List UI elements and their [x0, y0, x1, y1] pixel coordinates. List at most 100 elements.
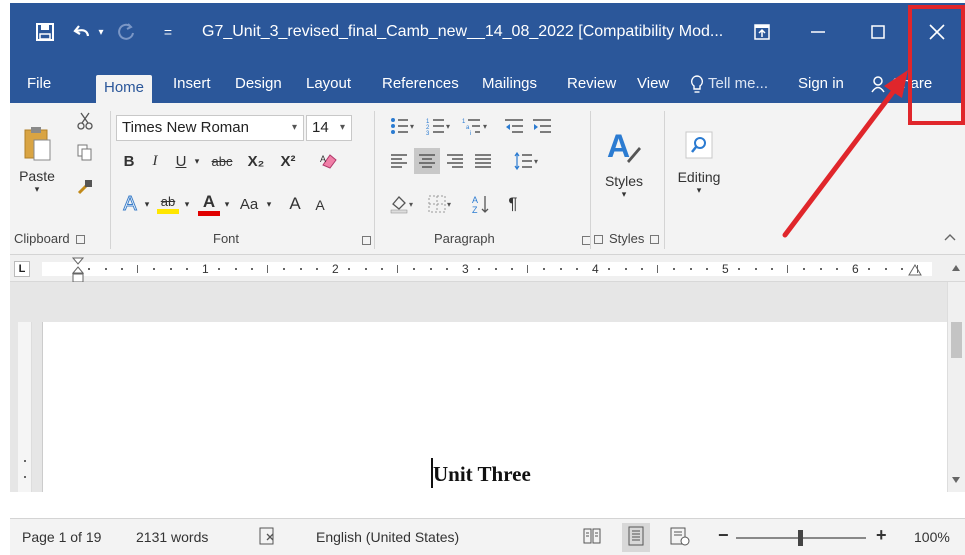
underline-dropdown-icon[interactable]: ▾ — [192, 148, 202, 174]
clipboard-launcher-icon[interactable] — [75, 235, 85, 245]
format-painter-icon[interactable] — [74, 175, 96, 199]
font-name-combo[interactable]: Times New Roman ▾ — [116, 115, 304, 141]
ruler-tick — [559, 268, 562, 270]
minimize-icon[interactable] — [798, 15, 838, 49]
numbering-icon[interactable]: 1 2 3 ▾ — [422, 113, 456, 139]
vertical-scrollbar[interactable] — [947, 282, 965, 492]
cut-icon[interactable] — [74, 109, 96, 133]
font-color-dropdown-icon[interactable]: ▾ — [222, 191, 232, 217]
undo-dropdown-icon[interactable]: ▾ — [96, 19, 106, 45]
strikethrough-button[interactable]: abc — [206, 148, 238, 174]
tab-references[interactable]: References — [382, 71, 459, 103]
change-case-dropdown-icon[interactable]: ▾ — [264, 191, 274, 217]
ruler-number: 6 — [852, 262, 859, 276]
styles-launcher-icon[interactable] — [650, 235, 660, 245]
highlight-dropdown-icon[interactable]: ▾ — [182, 191, 192, 217]
tab-insert[interactable]: Insert — [173, 71, 211, 103]
page-count[interactable]: Page 1 of 19 — [22, 529, 101, 545]
tab-view[interactable]: View — [637, 71, 669, 103]
language-indicator[interactable]: English (United States) — [316, 529, 459, 545]
scroll-down-icon[interactable] — [951, 472, 961, 487]
zoom-out-button[interactable]: − — [718, 525, 729, 546]
styles-button[interactable]: A Styles ▾ — [598, 113, 650, 213]
group-separator — [110, 111, 111, 249]
multilevel-list-icon[interactable]: 1 a i ▾ — [458, 113, 494, 139]
scroll-up-icon[interactable] — [947, 259, 965, 277]
ruler-tick — [137, 265, 138, 273]
text-effects-button[interactable]: A — [118, 191, 142, 217]
ruler-scale: 1 2 3 4 5 6 — [42, 257, 932, 283]
underline-button[interactable]: U — [170, 148, 192, 174]
borders-icon[interactable]: ▾ — [424, 191, 458, 217]
web-layout-icon[interactable] — [670, 526, 690, 549]
shrink-font-button[interactable]: A — [310, 193, 330, 217]
styles-pane-launcher-icon[interactable] — [594, 235, 603, 245]
justify-icon[interactable] — [470, 148, 496, 174]
ruler-tick — [527, 265, 528, 273]
bold-button[interactable]: B — [118, 148, 140, 174]
zoom-slider-thumb[interactable] — [798, 530, 803, 546]
align-left-icon[interactable] — [386, 148, 412, 174]
line-spacing-icon[interactable]: ▾ — [510, 148, 544, 174]
tab-layout[interactable]: Layout — [306, 71, 351, 103]
sign-in-link[interactable]: Sign in — [798, 71, 844, 103]
right-indent-marker-icon[interactable] — [908, 264, 922, 279]
tab-file[interactable]: File — [27, 71, 51, 103]
font-name-dropdown-icon[interactable]: ▾ — [292, 116, 297, 140]
increase-indent-icon[interactable] — [528, 113, 556, 139]
paste-dropdown-icon[interactable]: ▾ — [35, 184, 40, 195]
print-layout-icon[interactable] — [622, 523, 650, 552]
editing-dropdown-icon[interactable]: ▾ — [697, 185, 702, 196]
collapse-ribbon-icon[interactable] — [940, 227, 960, 247]
tab-design[interactable]: Design — [235, 71, 282, 103]
zoom-in-button[interactable]: + — [876, 525, 887, 546]
ruler-dot — [24, 476, 26, 478]
document-canvas — [10, 282, 947, 492]
copy-icon[interactable] — [74, 141, 96, 165]
grow-font-button[interactable]: A — [284, 191, 306, 217]
word-count[interactable]: 2131 words — [136, 529, 208, 545]
superscript-button[interactable]: X² — [274, 148, 302, 174]
document-heading[interactable]: Unit Three — [433, 462, 531, 487]
editing-button[interactable]: Editing ▾ — [674, 113, 724, 213]
highlight-color-button[interactable]: ab — [154, 189, 182, 219]
paste-button[interactable]: Paste ▾ — [18, 109, 56, 209]
font-size-dropdown-icon[interactable]: ▾ — [340, 116, 345, 140]
tell-me-search[interactable]: Tell me... — [708, 71, 768, 103]
tab-selector-icon[interactable]: L — [14, 261, 30, 277]
align-right-icon[interactable] — [442, 148, 468, 174]
ribbon-display-options-icon[interactable] — [742, 15, 782, 49]
sort-icon[interactable]: AZ — [468, 191, 494, 217]
font-size-combo[interactable]: 14 ▾ — [306, 115, 352, 141]
shading-icon[interactable]: ▾ — [386, 191, 420, 217]
save-icon[interactable] — [32, 19, 58, 45]
text-effects-dropdown-icon[interactable]: ▾ — [142, 191, 152, 217]
change-case-button[interactable]: Aa — [234, 191, 264, 217]
maximize-icon[interactable] — [858, 15, 898, 49]
horizontal-ruler[interactable]: L 1 2 3 4 5 6 — [10, 255, 965, 283]
read-mode-icon[interactable] — [582, 526, 602, 549]
show-formatting-marks-icon[interactable]: ¶ — [500, 191, 526, 217]
tab-mailings[interactable]: Mailings — [482, 71, 537, 103]
zoom-slider[interactable] — [736, 530, 866, 546]
customize-quick-access-icon[interactable]: = — [160, 19, 176, 45]
undo-icon[interactable] — [72, 19, 96, 45]
font-launcher-icon[interactable] — [362, 236, 371, 245]
bullets-icon[interactable]: ▾ — [386, 113, 420, 139]
tab-review[interactable]: Review — [567, 71, 616, 103]
italic-button[interactable]: I — [144, 148, 166, 174]
decrease-indent-icon[interactable] — [500, 113, 528, 139]
styles-group-label: Styles — [594, 231, 660, 246]
clear-formatting-icon[interactable]: A — [316, 148, 342, 174]
styles-dropdown-icon[interactable]: ▾ — [622, 189, 627, 200]
subscript-button[interactable]: X₂ — [242, 148, 270, 174]
proofing-icon[interactable] — [258, 526, 278, 549]
align-center-icon[interactable] — [414, 148, 440, 174]
tab-home[interactable]: Home — [96, 75, 153, 103]
scroll-thumb[interactable] — [951, 322, 962, 358]
vertical-ruler — [18, 322, 32, 492]
svg-text:A: A — [472, 195, 478, 205]
font-color-button[interactable]: A — [196, 189, 222, 219]
zoom-level[interactable]: 100% — [914, 529, 950, 545]
ruler-tick — [770, 268, 773, 270]
